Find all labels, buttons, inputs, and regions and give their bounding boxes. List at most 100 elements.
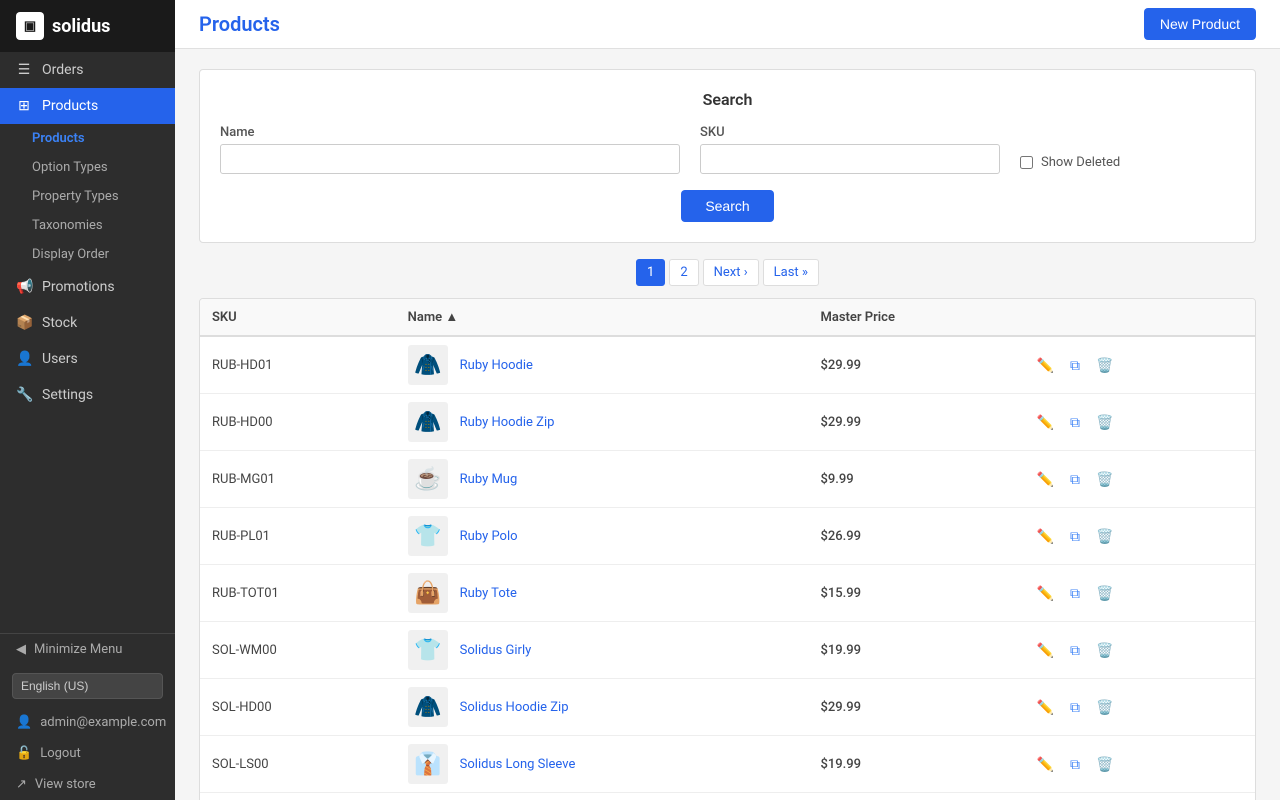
product-sku: RUB-HD01 — [200, 336, 396, 394]
edit-button[interactable]: ✏️ — [1033, 640, 1058, 661]
product-actions: ✏️ ⧉ 🗑️ — [1021, 622, 1255, 679]
sku-label: SKU — [700, 125, 1000, 140]
product-image: 👕 — [408, 630, 448, 670]
table-row: SOL-WM00 👕 Solidus Girly $19.99 ✏️ ⧉ 🗑️ — [200, 622, 1255, 679]
page-1-button[interactable]: 1 — [636, 259, 665, 286]
copy-button[interactable]: ⧉ — [1066, 355, 1084, 376]
edit-button[interactable]: ✏️ — [1033, 355, 1058, 376]
delete-button[interactable]: 🗑️ — [1092, 640, 1117, 661]
table-header: SKU Name ▲ Master Price — [200, 299, 1255, 336]
sidebar-item-orders[interactable]: ☰ Orders — [0, 52, 175, 88]
product-actions: ✏️ ⧉ 🗑️ — [1021, 451, 1255, 508]
delete-button[interactable]: 🗑️ — [1092, 583, 1117, 604]
logout-button[interactable]: 🔓 Logout — [0, 738, 175, 769]
language-selector[interactable]: English (US) Español Français — [12, 673, 163, 699]
table-row: SOL-LS00 👔 Solidus Long Sleeve $19.99 ✏️… — [200, 736, 1255, 793]
sidebar-stock-label: Stock — [42, 315, 77, 331]
stock-icon: 📦 — [16, 315, 32, 331]
product-name-link[interactable]: Solidus Girly — [460, 643, 532, 658]
table-row: RUB-PL01 👕 Ruby Polo $26.99 ✏️ ⧉ 🗑️ — [200, 508, 1255, 565]
product-name-link[interactable]: Ruby Tote — [460, 586, 517, 601]
sub-option-types-label: Option Types — [32, 160, 108, 175]
delete-button[interactable]: 🗑️ — [1092, 469, 1117, 490]
logout-icon: 🔓 — [16, 746, 32, 761]
sub-display-order-label: Display Order — [32, 247, 109, 262]
sku-field: SKU — [700, 125, 1000, 174]
row-actions: ✏️ ⧉ 🗑️ — [1033, 412, 1243, 433]
edit-button[interactable]: ✏️ — [1033, 754, 1058, 775]
product-name-link[interactable]: Ruby Hoodie Zip — [460, 415, 555, 430]
product-price: $29.99 — [808, 679, 1020, 736]
product-sku: SOL-WM00 — [200, 622, 396, 679]
view-store-button[interactable]: ↗ View store — [0, 769, 175, 800]
delete-button[interactable]: 🗑️ — [1092, 526, 1117, 547]
sidebar-item-products[interactable]: ⊞ Products — [0, 88, 175, 124]
edit-button[interactable]: ✏️ — [1033, 526, 1058, 547]
last-page-button[interactable]: Last » — [763, 259, 819, 286]
copy-button[interactable]: ⧉ — [1066, 412, 1084, 433]
product-cell: 🧥 Ruby Hoodie — [396, 336, 809, 394]
table-row: SOL-MG01 ☕ Solidus Mug $9.99 ✏️ ⧉ 🗑️ — [200, 793, 1255, 800]
product-name-link[interactable]: Solidus Long Sleeve — [460, 757, 576, 772]
products-list: RUB-HD01 🧥 Ruby Hoodie $29.99 ✏️ ⧉ 🗑️ RU… — [200, 336, 1255, 800]
product-name-link[interactable]: Ruby Hoodie — [460, 358, 533, 373]
new-product-button[interactable]: New Product — [1144, 8, 1256, 40]
product-name-link[interactable]: Ruby Mug — [460, 472, 518, 487]
edit-button[interactable]: ✏️ — [1033, 583, 1058, 604]
product-actions: ✏️ ⧉ 🗑️ — [1021, 793, 1255, 800]
delete-button[interactable]: 🗑️ — [1092, 412, 1117, 433]
row-actions: ✏️ ⧉ 🗑️ — [1033, 469, 1243, 490]
topbar: Products New Product — [175, 0, 1280, 49]
sub-taxonomies-label: Taxonomies — [32, 218, 103, 233]
name-input[interactable] — [220, 144, 680, 174]
product-price: $9.99 — [808, 793, 1020, 800]
products-table: SKU Name ▲ Master Price RUB-HD01 🧥 Ruby … — [199, 298, 1256, 800]
product-actions: ✏️ ⧉ 🗑️ — [1021, 336, 1255, 394]
name-field: Name — [220, 125, 680, 174]
sub-property-types-label: Property Types — [32, 189, 119, 204]
sidebar-sub-products[interactable]: Products — [0, 124, 175, 153]
copy-button[interactable]: ⧉ — [1066, 526, 1084, 547]
content-area: Search Name SKU Show Deleted Search — [175, 49, 1280, 800]
sidebar-bottom: ◀ Minimize Menu English (US) Español Fra… — [0, 633, 175, 800]
sidebar-sub-display-order[interactable]: Display Order — [0, 240, 175, 269]
name-column-header[interactable]: Name ▲ — [396, 299, 809, 336]
next-page-button[interactable]: Next › — [703, 259, 759, 286]
search-button[interactable]: Search — [681, 190, 773, 222]
product-image: 🧥 — [408, 687, 448, 727]
sidebar-sub-option-types[interactable]: Option Types — [0, 153, 175, 182]
sidebar-sub-taxonomies[interactable]: Taxonomies — [0, 211, 175, 240]
copy-button[interactable]: ⧉ — [1066, 583, 1084, 604]
sidebar-item-promotions[interactable]: 📢 Promotions — [0, 269, 175, 305]
copy-button[interactable]: ⧉ — [1066, 697, 1084, 718]
sidebar-item-settings[interactable]: 🔧 Settings — [0, 377, 175, 413]
copy-button[interactable]: ⧉ — [1066, 640, 1084, 661]
minimize-icon: ◀ — [16, 642, 26, 657]
product-name-link[interactable]: Solidus Hoodie Zip — [460, 700, 569, 715]
product-image: 🧥 — [408, 402, 448, 442]
edit-button[interactable]: ✏️ — [1033, 469, 1058, 490]
pagination: 1 2 Next › Last » — [199, 259, 1256, 286]
product-cell: 👕 Ruby Polo — [396, 508, 809, 565]
copy-button[interactable]: ⧉ — [1066, 469, 1084, 490]
edit-button[interactable]: ✏️ — [1033, 697, 1058, 718]
sku-input[interactable] — [700, 144, 1000, 174]
edit-button[interactable]: ✏️ — [1033, 412, 1058, 433]
sidebar-item-users[interactable]: 👤 Users — [0, 341, 175, 377]
delete-button[interactable]: 🗑️ — [1092, 697, 1117, 718]
delete-button[interactable]: 🗑️ — [1092, 754, 1117, 775]
delete-button[interactable]: 🗑️ — [1092, 355, 1117, 376]
table-row: SOL-HD00 🧥 Solidus Hoodie Zip $29.99 ✏️ … — [200, 679, 1255, 736]
sidebar-logo: ▣ solidus — [0, 0, 175, 52]
product-sku: RUB-HD00 — [200, 394, 396, 451]
name-label: Name — [220, 125, 680, 140]
sidebar-sub-property-types[interactable]: Property Types — [0, 182, 175, 211]
product-name-link[interactable]: Ruby Polo — [460, 529, 518, 544]
sidebar-item-stock[interactable]: 📦 Stock — [0, 305, 175, 341]
brand-name: solidus — [52, 16, 110, 37]
page-2-button[interactable]: 2 — [669, 259, 698, 286]
show-deleted-checkbox[interactable] — [1020, 156, 1033, 169]
minimize-menu-button[interactable]: ◀ Minimize Menu — [0, 634, 175, 665]
copy-button[interactable]: ⧉ — [1066, 754, 1084, 775]
product-price: $29.99 — [808, 394, 1020, 451]
